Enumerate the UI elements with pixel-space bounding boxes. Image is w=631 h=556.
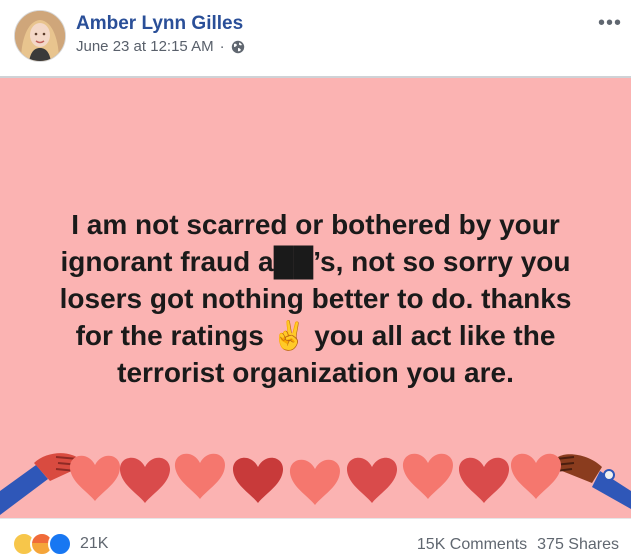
post-header: Amber Lynn Gilles June 23 at 12:15 AM · … — [0, 0, 631, 76]
reaction-count[interactable]: 21K — [80, 535, 108, 553]
post-background: I am not scarred or bothered by your ign… — [0, 76, 631, 520]
post-text: I am not scarred or bothered by your ign… — [59, 209, 572, 388]
post-stats: 15K Comments 375 Shares — [417, 536, 619, 554]
meta-separator: · — [219, 38, 225, 55]
avatar-portrait-icon — [15, 11, 65, 61]
post-meta: June 23 at 12:15 AM · — [76, 38, 245, 55]
like-icon[interactable] — [48, 532, 72, 556]
left-sleeve — [0, 465, 48, 515]
comments-count[interactable]: 15K Comments — [417, 536, 527, 554]
shares-count[interactable]: 375 Shares — [537, 536, 619, 554]
author-avatar[interactable] — [14, 10, 66, 62]
more-options-icon[interactable]: ••• — [598, 12, 622, 35]
post-footer: 21K 15K Comments 375 Shares — [0, 518, 631, 556]
hearts-row — [69, 453, 562, 505]
post-timestamp[interactable]: June 23 at 12:15 AM — [76, 38, 214, 55]
heart-garland-decoration — [0, 453, 631, 515]
globe-icon[interactable] — [231, 40, 245, 54]
reactions-summary[interactable]: 21K — [12, 532, 108, 556]
author-name[interactable]: Amber Lynn Gilles — [76, 13, 243, 35]
wristwatch-icon — [603, 469, 615, 481]
facebook-post: Amber Lynn Gilles June 23 at 12:15 AM · … — [0, 0, 631, 556]
